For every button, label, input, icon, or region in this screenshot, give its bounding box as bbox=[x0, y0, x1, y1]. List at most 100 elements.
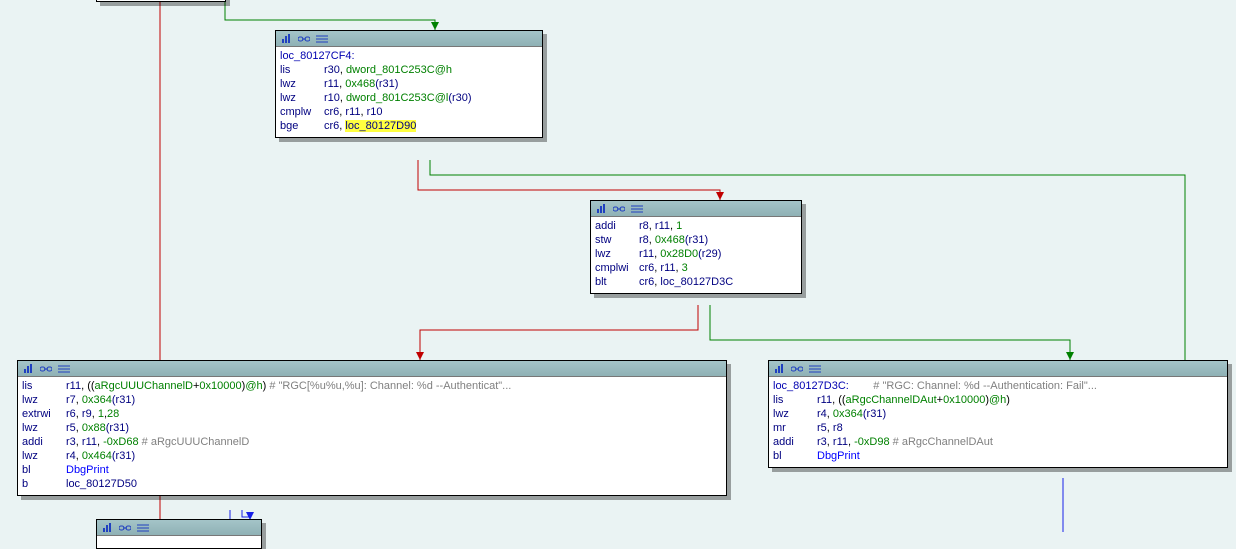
operands: r4, 0x464(r31) bbox=[66, 449, 135, 463]
mnemonic: lwz bbox=[22, 449, 66, 463]
node-partial-bottom[interactable] bbox=[96, 519, 262, 549]
mnemonic: lwz bbox=[22, 393, 66, 407]
node-titlebar bbox=[591, 201, 801, 217]
asm-line[interactable]: blDbgPrint bbox=[773, 449, 1223, 463]
operands: cr6, loc_80127D90 bbox=[324, 119, 416, 133]
asm-line[interactable]: bgecr6, loc_80127D90 bbox=[280, 119, 538, 133]
mnemonic: stw bbox=[595, 233, 639, 247]
operands: r10, dword_801C253C@l(r30) bbox=[324, 91, 472, 105]
mnemonic: bge bbox=[280, 119, 324, 133]
comment: # "RGC: Channel: %d --Authentication: Fa… bbox=[873, 380, 1097, 392]
mnemonic: lwz bbox=[280, 91, 324, 105]
mnemonic: lwz bbox=[773, 407, 817, 421]
node-titlebar bbox=[97, 520, 261, 536]
mnemonic: lis bbox=[22, 379, 66, 393]
mnemonic: blt bbox=[595, 275, 639, 289]
asm-line[interactable]: addir8, r11, 1 bbox=[595, 219, 797, 233]
mnemonic: mr bbox=[773, 421, 817, 435]
list-icon bbox=[316, 35, 328, 43]
operands: r8, r11, 1 bbox=[639, 219, 682, 233]
node-body[interactable]: addir8, r11, 1stwr8, 0x468(r31)lwzr11, 0… bbox=[591, 217, 801, 293]
link-icon bbox=[298, 35, 310, 43]
mnemonic: lis bbox=[773, 393, 817, 407]
mnemonic: addi bbox=[22, 435, 66, 449]
node-body[interactable]: loc_80127CF4:lisr30, dword_801C253C@hlwz… bbox=[276, 47, 542, 137]
asm-line[interactable]: cmplwicr6, r11, 3 bbox=[595, 261, 797, 275]
mnemonic: addi bbox=[595, 219, 639, 233]
operands: DbgPrint bbox=[66, 463, 109, 477]
block-label: loc_80127D3C: bbox=[773, 380, 849, 392]
mnemonic: b bbox=[22, 477, 66, 491]
operands: r11, 0x28D0(r29) bbox=[639, 247, 721, 261]
list-icon bbox=[58, 365, 70, 373]
asm-line[interactable]: cmplwcr6, r11, r10 bbox=[280, 105, 538, 119]
operands: cr6, r11, r10 bbox=[324, 105, 383, 119]
node-partial-top[interactable] bbox=[96, 0, 226, 2]
bar-chart-icon bbox=[597, 204, 607, 214]
asm-line[interactable]: extrwir6, r9, 1,28 bbox=[22, 407, 722, 421]
node-block-3[interactable]: lisr11, ((aRgcUUUChannelD+0x10000)@h) # … bbox=[17, 360, 727, 496]
asm-line[interactable]: bltcr6, loc_80127D3C bbox=[595, 275, 797, 289]
node-loc_80127CF4[interactable]: loc_80127CF4:lisr30, dword_801C253C@hlwz… bbox=[275, 30, 543, 138]
operands: cr6, loc_80127D3C bbox=[639, 275, 733, 289]
bar-chart-icon bbox=[775, 364, 785, 374]
asm-line[interactable]: lwzr4, 0x364(r31) bbox=[773, 407, 1223, 421]
operands: r6, r9, 1,28 bbox=[66, 407, 119, 421]
asm-line[interactable]: addir3, r11, -0xD98 # aRgcChannelDAut bbox=[773, 435, 1223, 449]
list-icon bbox=[137, 524, 149, 532]
operands: cr6, r11, 3 bbox=[639, 261, 688, 275]
mnemonic: cmplwi bbox=[595, 261, 639, 275]
node-body[interactable]: lisr11, ((aRgcUUUChannelD+0x10000)@h) # … bbox=[18, 377, 726, 495]
link-icon bbox=[119, 524, 131, 532]
node-titlebar bbox=[769, 361, 1227, 377]
operands: r30, dword_801C253C@h bbox=[324, 63, 452, 77]
asm-line[interactable]: lisr30, dword_801C253C@h bbox=[280, 63, 538, 77]
asm-line[interactable]: lwzr11, 0x28D0(r29) bbox=[595, 247, 797, 261]
operands: r5, 0x88(r31) bbox=[66, 421, 129, 435]
operands: r8, 0x468(r31) bbox=[639, 233, 708, 247]
list-icon bbox=[809, 365, 821, 373]
operands: DbgPrint bbox=[817, 449, 860, 463]
operands: r5, r8 bbox=[817, 421, 843, 435]
mnemonic: extrwi bbox=[22, 407, 66, 421]
bar-chart-icon bbox=[103, 523, 113, 533]
operands: r3, r11, -0xD68 # aRgcUUUChannelD bbox=[66, 435, 249, 449]
link-icon bbox=[613, 205, 625, 213]
bar-chart-icon bbox=[24, 364, 34, 374]
node-titlebar bbox=[18, 361, 726, 377]
operands: loc_80127D50 bbox=[66, 477, 137, 491]
node-block-2[interactable]: addir8, r11, 1stwr8, 0x468(r31)lwzr11, 0… bbox=[590, 200, 802, 294]
mnemonic: bl bbox=[773, 449, 817, 463]
mnemonic: bl bbox=[22, 463, 66, 477]
asm-line[interactable]: lwzr10, dword_801C253C@l(r30) bbox=[280, 91, 538, 105]
asm-line[interactable]: lisr11, ((aRgcUUUChannelD+0x10000)@h) # … bbox=[22, 379, 722, 393]
block-label: loc_80127CF4: bbox=[280, 50, 355, 62]
mnemonic: lwz bbox=[595, 247, 639, 261]
asm-line[interactable]: lwzr5, 0x88(r31) bbox=[22, 421, 722, 435]
operands: r11, ((aRgcUUUChannelD+0x10000)@h) # "RG… bbox=[66, 379, 511, 393]
mnemonic: lwz bbox=[280, 77, 324, 91]
operands: r7, 0x364(r31) bbox=[66, 393, 135, 407]
asm-line[interactable]: blDbgPrint bbox=[22, 463, 722, 477]
operands: r11, 0x468(r31) bbox=[324, 77, 398, 91]
bar-chart-icon bbox=[282, 34, 292, 44]
list-icon bbox=[631, 205, 643, 213]
operands: r4, 0x364(r31) bbox=[817, 407, 886, 421]
asm-line[interactable]: lwzr11, 0x468(r31) bbox=[280, 77, 538, 91]
operands: r3, r11, -0xD98 # aRgcChannelDAut bbox=[817, 435, 993, 449]
asm-line[interactable]: lwzr4, 0x464(r31) bbox=[22, 449, 722, 463]
asm-line[interactable]: addir3, r11, -0xD68 # aRgcUUUChannelD bbox=[22, 435, 722, 449]
node-titlebar bbox=[276, 31, 542, 47]
asm-line[interactable]: lwzr7, 0x364(r31) bbox=[22, 393, 722, 407]
mnemonic: lwz bbox=[22, 421, 66, 435]
asm-line[interactable]: mrr5, r8 bbox=[773, 421, 1223, 435]
asm-line[interactable]: lisr11, ((aRgcChannelDAut+0x10000)@h) bbox=[773, 393, 1223, 407]
operands: r11, ((aRgcChannelDAut+0x10000)@h) bbox=[817, 393, 1010, 407]
node-body[interactable]: loc_80127D3C: # "RGC: Channel: %d --Auth… bbox=[769, 377, 1227, 467]
mnemonic: addi bbox=[773, 435, 817, 449]
mnemonic: lis bbox=[280, 63, 324, 77]
link-icon bbox=[791, 365, 803, 373]
node-loc_80127D3C[interactable]: loc_80127D3C: # "RGC: Channel: %d --Auth… bbox=[768, 360, 1228, 468]
asm-line[interactable]: stwr8, 0x468(r31) bbox=[595, 233, 797, 247]
asm-line[interactable]: bloc_80127D50 bbox=[22, 477, 722, 491]
